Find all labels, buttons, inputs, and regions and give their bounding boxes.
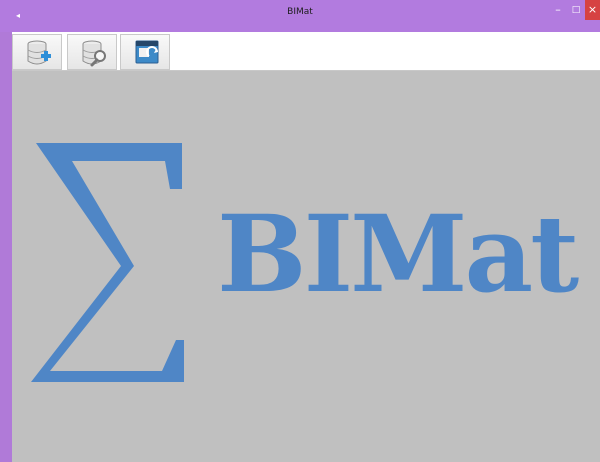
logo-text: BIMat <box>217 191 579 316</box>
maximize-button[interactable]: □ <box>567 0 585 20</box>
window-refresh-button[interactable] <box>120 34 170 70</box>
main-content: ∑ BIMat <box>12 71 600 462</box>
search-database-button[interactable] <box>67 34 117 70</box>
database-search-icon <box>82 40 106 67</box>
close-button[interactable]: × <box>585 0 600 20</box>
window-refresh-icon <box>135 40 159 64</box>
database-plus-icon <box>27 40 51 65</box>
app-icon: ◂ <box>16 11 21 20</box>
window-title: BIMat <box>287 7 313 17</box>
title-bar[interactable]: ◂ BIMat – □ × <box>0 0 600 32</box>
app-window: ◂ BIMat – □ × BIMat <box>0 0 600 462</box>
minimize-button[interactable]: – <box>549 0 567 20</box>
toolbar <box>12 32 600 71</box>
add-database-button[interactable] <box>12 34 62 70</box>
